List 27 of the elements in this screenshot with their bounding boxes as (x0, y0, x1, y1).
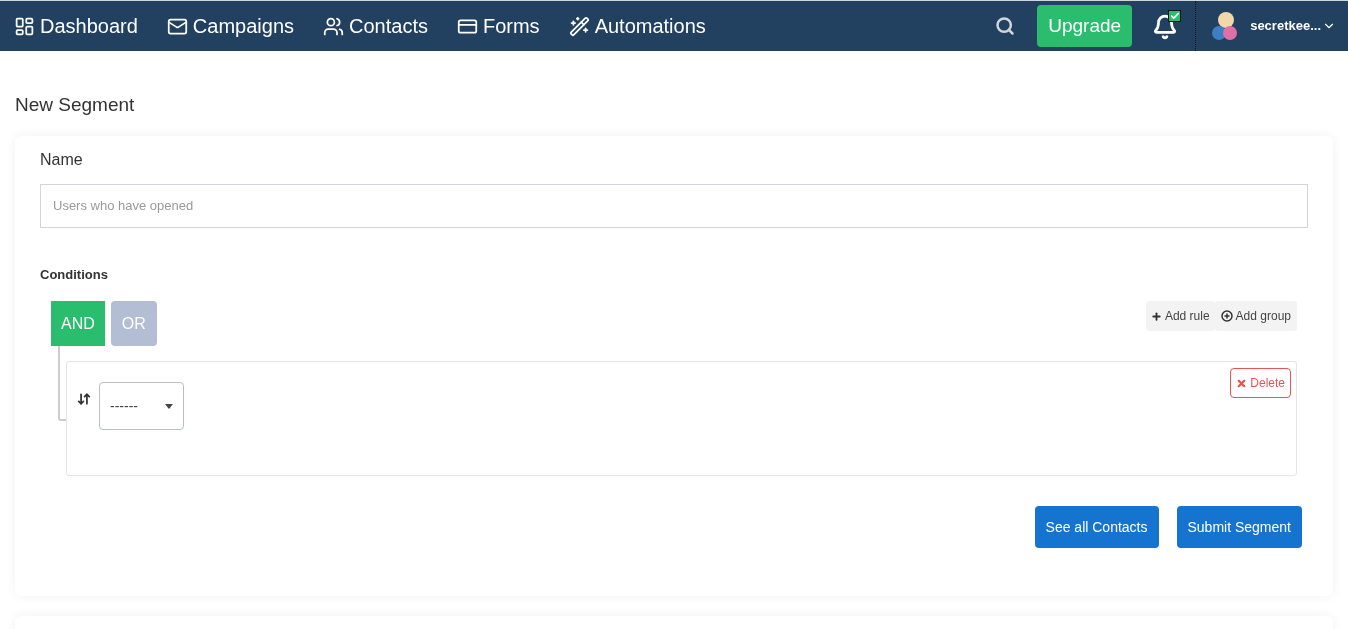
search-icon[interactable] (995, 16, 1016, 36)
sort-arrows-icon[interactable] (77, 392, 91, 406)
nav-link[interactable]: Dashboard (14, 11, 138, 41)
add-group-button[interactable]: Add group (1214, 301, 1297, 331)
nav-link[interactable]: Forms (456, 11, 540, 41)
plus-circle-icon (1220, 310, 1233, 322)
caret-icon (165, 403, 173, 409)
magic-wand-icon (568, 15, 590, 37)
page-title: New Segment (15, 93, 136, 117)
user-name[interactable]: secretkee... (1250, 16, 1321, 36)
nav-link[interactable]: Campaigns (166, 11, 294, 41)
conditions-label: Conditions (40, 265, 109, 284)
close-icon (1236, 377, 1248, 389)
nav-link[interactable]: Automations (568, 11, 706, 41)
avatar-group-icon (1211, 11, 1240, 41)
action-button[interactable]: Submit Segment (1176, 506, 1302, 548)
action-button[interactable]: See all Contacts (1034, 506, 1159, 548)
nav-link[interactable]: Contacts (323, 11, 428, 41)
notification-button[interactable] (1152, 11, 1179, 41)
name-input-field[interactable]: Users who have opened (40, 183, 1308, 228)
field-select[interactable]: ------ (99, 382, 184, 430)
add-rule-button[interactable]: Add rule (1145, 301, 1215, 331)
name-label: Name (40, 149, 84, 170)
people-icon (323, 15, 344, 37)
plus-icon (1150, 310, 1162, 322)
delete-button[interactable]: Delete (1230, 368, 1291, 398)
dashboard-icon (14, 15, 35, 37)
